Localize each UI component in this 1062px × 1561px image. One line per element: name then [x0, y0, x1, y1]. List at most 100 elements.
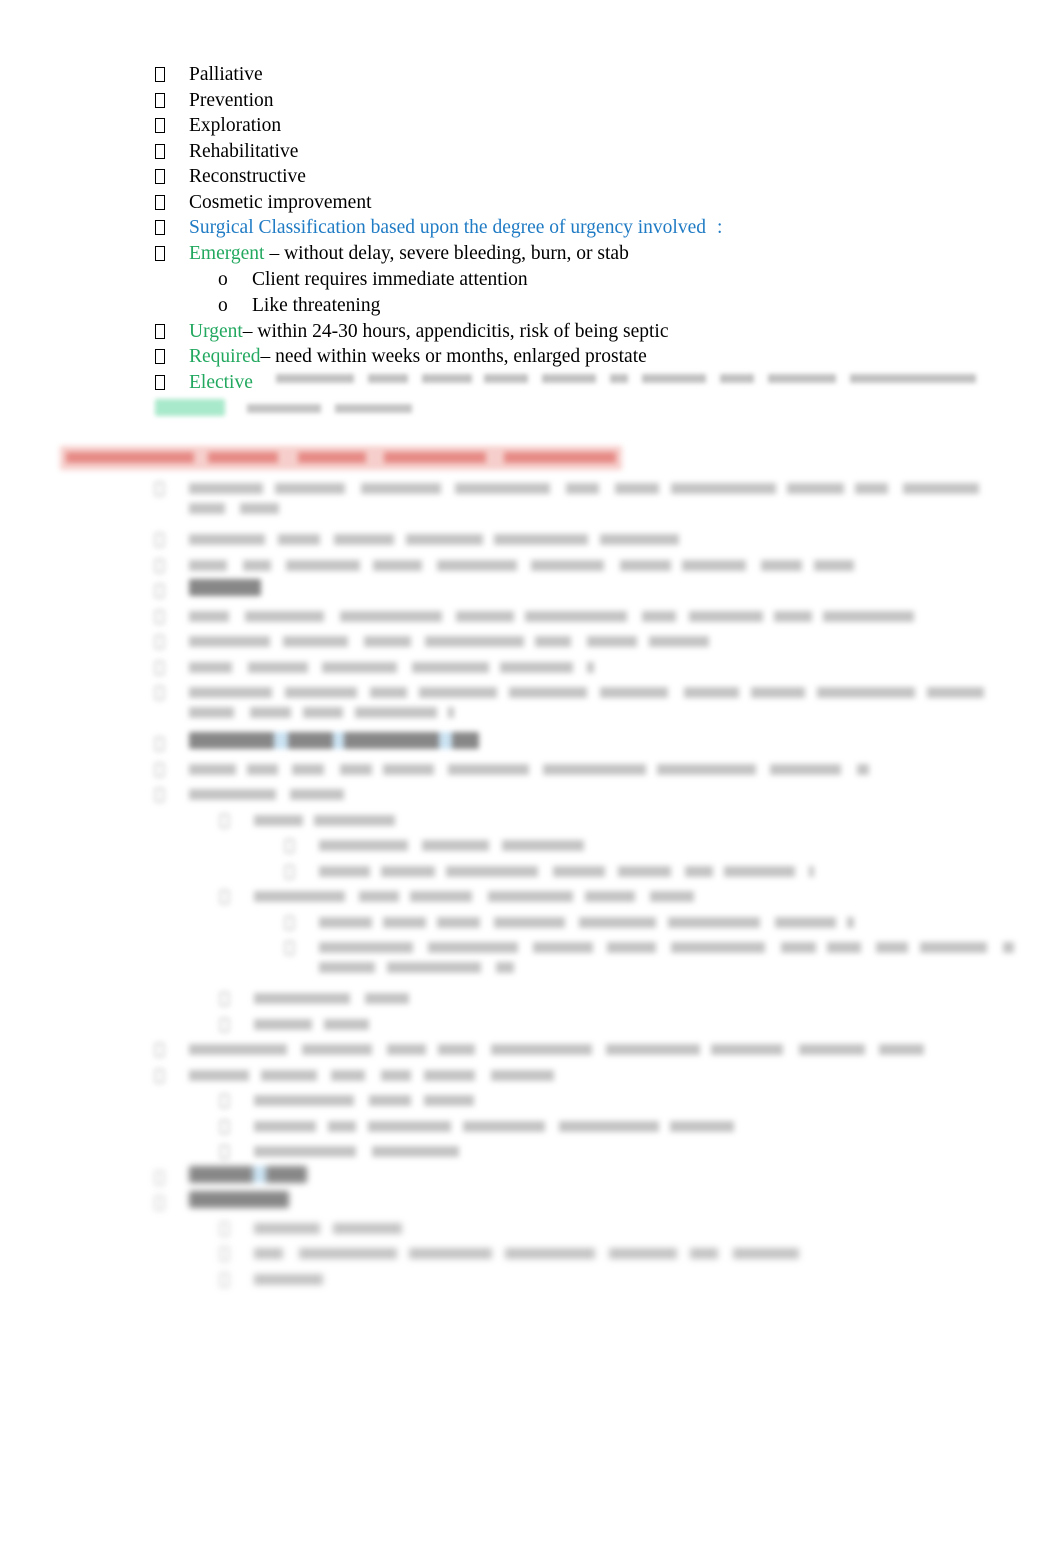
blurred-text-run	[254, 1095, 474, 1106]
blurred-list-item	[155, 554, 854, 580]
blurred-text-run	[189, 1069, 554, 1081]
circle-bullet-icon: o	[218, 269, 228, 290]
urgency-term: Required	[189, 346, 261, 367]
blurred-text-run	[254, 1120, 734, 1132]
blurred-text-run	[189, 502, 279, 514]
list-item-label: Reconstructive	[189, 166, 306, 187]
wingding-bullet-icon	[155, 681, 189, 707]
wingding-bullet-icon	[220, 1217, 254, 1243]
wingding-bullet-icon	[220, 1268, 254, 1294]
blurred-text-run	[189, 579, 261, 596]
document-page: Palliative Prevention Exploration Rehabi…	[0, 0, 1062, 1561]
list-item-label: Like threatening	[252, 294, 381, 316]
urgency-definition: – within 24-30 hours, appendicitis, risk…	[242, 320, 669, 342]
list-item-label: Prevention	[189, 89, 274, 111]
urgency-level-emergent: Emergent – without delay, severe bleedin…	[155, 241, 629, 268]
wingding-bullet-icon	[155, 528, 189, 554]
blurred-text-run	[254, 993, 409, 1004]
blurred-text-run	[254, 1222, 404, 1234]
blurred-text-run	[189, 1044, 924, 1055]
wingding-bullet-icon	[220, 1115, 254, 1141]
blurred-list-item	[220, 1242, 799, 1268]
wingding-bullet-icon	[220, 987, 254, 1013]
blurred-text-run	[254, 1146, 459, 1157]
blurred-list-item	[155, 1038, 924, 1064]
urgency-term: Emergent	[189, 243, 265, 264]
blurred-list-item	[285, 911, 854, 937]
blurred-text-run	[319, 865, 814, 877]
list-item: Prevention	[155, 88, 273, 115]
list-item: Reconstructive	[155, 164, 306, 191]
urgency-definition: – without delay, severe bleeding, burn, …	[269, 243, 629, 264]
blurred-list-item	[220, 1268, 329, 1294]
urgency-level-urgent: Urgent – within 24-30 hours, appendiciti…	[155, 319, 668, 346]
circle-bullet-icon: o	[218, 294, 228, 316]
blurred-text-run	[319, 942, 1014, 953]
blurred-text-run	[189, 636, 709, 647]
blurred-list-item	[155, 1165, 307, 1192]
list-item-label: Exploration	[189, 115, 282, 136]
blurred-text-run	[189, 610, 914, 622]
wingding-bullet-icon	[220, 1089, 254, 1115]
list-item-label: Cosmetic improvement	[189, 191, 372, 213]
list-item-label: Rehabilitative	[189, 140, 299, 162]
blurred-list-item	[155, 732, 479, 758]
wingding-bullet-icon	[285, 834, 319, 860]
blurred-text-run	[189, 687, 984, 698]
blurred-list-item	[155, 758, 869, 784]
wingding-bullet-icon	[285, 860, 319, 886]
wingding-bullet-icon	[155, 345, 189, 371]
blurred-text-run	[276, 374, 976, 401]
blurred-text-run	[319, 961, 514, 973]
wingding-bullet-icon	[155, 554, 189, 580]
wingding-bullet-icon	[155, 758, 189, 784]
blurred-list-item	[220, 1089, 474, 1115]
blurred-list-item	[220, 809, 399, 835]
blurred-text-run	[189, 732, 479, 749]
list-item: o Client requires immediate attention	[218, 267, 528, 293]
blurred-list-item	[285, 961, 514, 973]
blurred-list-item	[220, 1217, 404, 1243]
list-item: Palliative	[155, 62, 263, 89]
wingding-bullet-icon	[155, 1191, 189, 1217]
wingding-bullet-icon	[155, 1038, 189, 1064]
blurred-text-run	[254, 1018, 369, 1030]
blurred-text-run	[189, 706, 454, 718]
blurred-text-run	[189, 559, 854, 571]
list-item-label: Palliative	[189, 64, 263, 85]
blurred-list-item	[220, 1140, 459, 1166]
blurred-text-run	[189, 789, 344, 800]
blurred-highlighted-line	[155, 399, 420, 421]
wingding-bullet-icon	[155, 165, 189, 191]
blurred-text-run	[189, 1165, 307, 1183]
blurred-list-item	[155, 579, 261, 605]
blurred-list-item	[155, 605, 914, 631]
wingding-bullet-icon	[155, 732, 189, 758]
blurred-text-run	[189, 763, 869, 775]
wingding-bullet-icon	[155, 63, 189, 89]
blurred-list-item	[155, 783, 344, 809]
blurred-list-item	[220, 1115, 734, 1141]
blurred-text-run	[254, 1248, 799, 1259]
classification-heading-label: Surgical Classification based upon the d…	[189, 217, 706, 238]
wingding-bullet-icon	[220, 1013, 254, 1039]
wingding-bullet-icon	[155, 656, 189, 682]
blurred-list-item	[155, 630, 709, 656]
wingding-bullet-icon	[155, 579, 189, 605]
blurred-text-run	[189, 1191, 289, 1208]
blurred-text-run	[319, 840, 599, 851]
list-item: o Like threatening	[218, 293, 380, 319]
classification-heading-row: Surgical Classification based upon the d…	[155, 215, 722, 242]
blurred-list-item	[285, 860, 814, 886]
section-heading-preadmission	[60, 446, 622, 470]
blurred-list-item	[155, 681, 984, 707]
wingding-bullet-icon	[155, 114, 189, 140]
list-item-label: Client requires immediate attention	[252, 269, 528, 290]
wingding-bullet-icon	[220, 1140, 254, 1166]
wingding-bullet-icon	[285, 911, 319, 937]
list-item: Rehabilitative	[155, 139, 298, 166]
blurred-list-item	[155, 1191, 289, 1217]
wingding-bullet-icon	[220, 885, 254, 911]
blurred-text-placeholder	[416, 403, 420, 420]
wingding-bullet-icon	[220, 809, 254, 835]
